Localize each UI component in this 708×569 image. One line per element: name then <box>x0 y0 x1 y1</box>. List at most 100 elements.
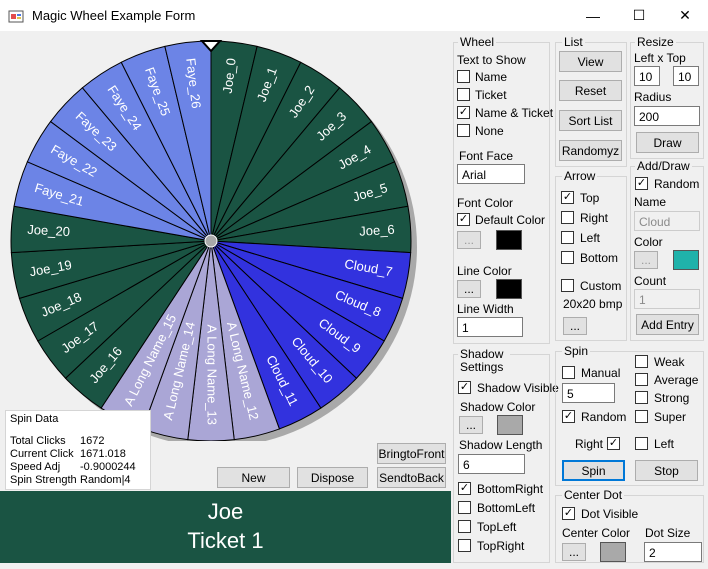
count-input[interactable]: 1 <box>634 289 700 309</box>
center-color-picker-button[interactable]: ... <box>562 543 586 561</box>
shadow-topleft-checkbox[interactable] <box>458 520 471 533</box>
spin-group-title: Spin <box>562 344 591 358</box>
arrow-right-label: Right <box>580 211 609 225</box>
dot-size-input[interactable]: 2 <box>644 542 702 562</box>
shadow-length-label: Shadow Length <box>459 438 543 452</box>
font-color-label: Font Color <box>457 196 514 210</box>
close-button[interactable]: ✕ <box>662 0 708 31</box>
dot-visible-label: Dot Visible <box>581 507 639 521</box>
font-color-picker-button[interactable]: ... <box>457 231 481 249</box>
arrow-top-label: Top <box>580 191 600 205</box>
shadow-bottomleft-checkbox[interactable] <box>458 501 471 514</box>
app-icon <box>8 10 24 23</box>
dot-size-label: Dot Size <box>645 526 691 540</box>
shadow-visible-checkbox[interactable]: ✓ <box>458 381 471 394</box>
random-spin-checkbox[interactable]: ✓ <box>562 410 575 423</box>
arrow-left-checkbox[interactable] <box>561 231 574 244</box>
arrow-bottom-label: Bottom <box>580 251 619 265</box>
reset-button[interactable]: Reset <box>559 80 622 101</box>
center-color-swatch <box>600 542 626 562</box>
spin-data-row: Current Click 1671.018 <box>10 448 136 461</box>
radius-input[interactable]: 200 <box>634 106 700 126</box>
title-bar: Magic Wheel Example Form — ☐ ✕ <box>0 0 708 31</box>
shadow-bottomright-checkbox[interactable]: ✓ <box>458 482 471 495</box>
shadow-visible-label: Shadow Visible <box>477 381 559 395</box>
minimize-button[interactable]: — <box>570 0 616 31</box>
manual-spin-checkbox[interactable] <box>562 366 575 379</box>
top-input[interactable]: 10 <box>673 66 699 86</box>
random-color-checkbox[interactable]: ✓ <box>635 177 648 190</box>
custom-arrow-picker-button[interactable]: ... <box>563 317 587 335</box>
shadow-topright-label: TopRight <box>477 539 525 553</box>
stop-button[interactable]: Stop <box>635 460 698 481</box>
super-label: Super <box>654 410 687 424</box>
dot-visible-checkbox[interactable]: ✓ <box>562 507 575 520</box>
spin-data-key: Speed Adj <box>10 461 61 473</box>
line-color-picker-button[interactable]: ... <box>457 280 481 298</box>
arrow-top-checkbox[interactable]: ✓ <box>561 191 574 204</box>
new-button[interactable]: New <box>217 467 290 488</box>
average-checkbox[interactable] <box>635 373 648 386</box>
entry-name-input[interactable]: Cloud <box>634 211 700 231</box>
result-banner: Joe Ticket 1 <box>0 491 451 563</box>
super-checkbox[interactable] <box>635 410 648 423</box>
spin-data-title: Spin Data <box>10 413 59 425</box>
shadow-topleft-label: TopLeft <box>477 520 517 534</box>
name-label: Name <box>475 70 508 84</box>
none-checkbox[interactable] <box>457 124 470 137</box>
shadow-topright-checkbox[interactable] <box>458 539 471 552</box>
strong-checkbox[interactable] <box>635 391 648 404</box>
wheel-segment-label: Joe_6 <box>359 222 395 239</box>
maximize-button[interactable]: ☐ <box>616 0 662 31</box>
wheel-segment-label: A Long Name_13 <box>205 325 220 425</box>
font-face-label: Font Face <box>459 149 514 163</box>
arrow-right-checkbox[interactable] <box>561 211 574 224</box>
shadow-color-picker-button[interactable]: ... <box>459 416 483 434</box>
spin-right-checkbox[interactable]: ✓ <box>607 437 620 450</box>
count-label: Count <box>634 274 667 288</box>
left-top-label: Left x Top <box>634 51 686 65</box>
sort-list-button[interactable]: Sort List <box>559 110 622 131</box>
spin-data-value: 1671.018 <box>80 448 126 460</box>
radius-label: Radius <box>634 90 672 104</box>
line-width-input[interactable]: 1 <box>457 317 523 337</box>
spin-data-key: Total Clicks <box>10 435 66 447</box>
name-checkbox[interactable] <box>457 70 470 83</box>
spin-data-key: Spin Strength <box>10 474 77 486</box>
default-color-checkbox[interactable]: ✓ <box>457 213 470 226</box>
spin-data-key: Current Click <box>10 448 74 460</box>
entry-color-picker-button[interactable]: ... <box>634 251 658 269</box>
none-label: None <box>475 124 504 138</box>
window-title: Magic Wheel Example Form <box>32 8 196 23</box>
font-face-input[interactable]: Arial <box>457 164 525 184</box>
custom-arrow-checkbox[interactable] <box>561 279 574 292</box>
shadow-length-input[interactable]: 6 <box>458 454 525 474</box>
wheel-segment-label: Joe_20 <box>27 222 70 239</box>
wheel-group-title: Wheel <box>458 35 497 49</box>
spin-button[interactable]: Spin <box>562 460 625 481</box>
ticket-label: Ticket <box>475 88 507 102</box>
randomize-button[interactable]: Randomyz <box>559 140 622 161</box>
random-spin-label: Random <box>581 410 627 424</box>
wheel-canvas[interactable]: Joe_0 Joe_1 Joe_2Joe_3Joe_4Joe_5Joe_6Cloud… <box>0 31 451 441</box>
ticket-checkbox[interactable] <box>457 88 470 101</box>
spin-left-checkbox[interactable] <box>635 437 648 450</box>
weak-checkbox[interactable] <box>635 355 648 368</box>
dispose-button[interactable]: Dispose <box>297 467 368 488</box>
add-entry-button[interactable]: Add Entry <box>636 314 699 335</box>
font-color-swatch <box>496 230 522 250</box>
random-color-label: Random <box>654 177 700 191</box>
weak-label: Weak <box>654 355 685 369</box>
bring-to-front-button[interactable]: BringtoFront <box>377 443 446 464</box>
draw-button[interactable]: Draw <box>636 132 699 153</box>
entry-color-label: Color <box>634 235 663 249</box>
spin-left-label: Left <box>654 437 675 451</box>
left-input[interactable]: 10 <box>634 66 660 86</box>
view-button[interactable]: View <box>559 51 622 72</box>
name-ticket-checkbox[interactable]: ✓ <box>457 106 470 119</box>
manual-spin-input[interactable]: 5 <box>562 383 615 403</box>
spin-data-value: 1672 <box>80 435 105 447</box>
text-to-show-label: Text to Show <box>457 53 526 67</box>
arrow-bottom-checkbox[interactable] <box>561 251 574 264</box>
send-to-back-button[interactable]: SendtoBack <box>377 467 446 488</box>
